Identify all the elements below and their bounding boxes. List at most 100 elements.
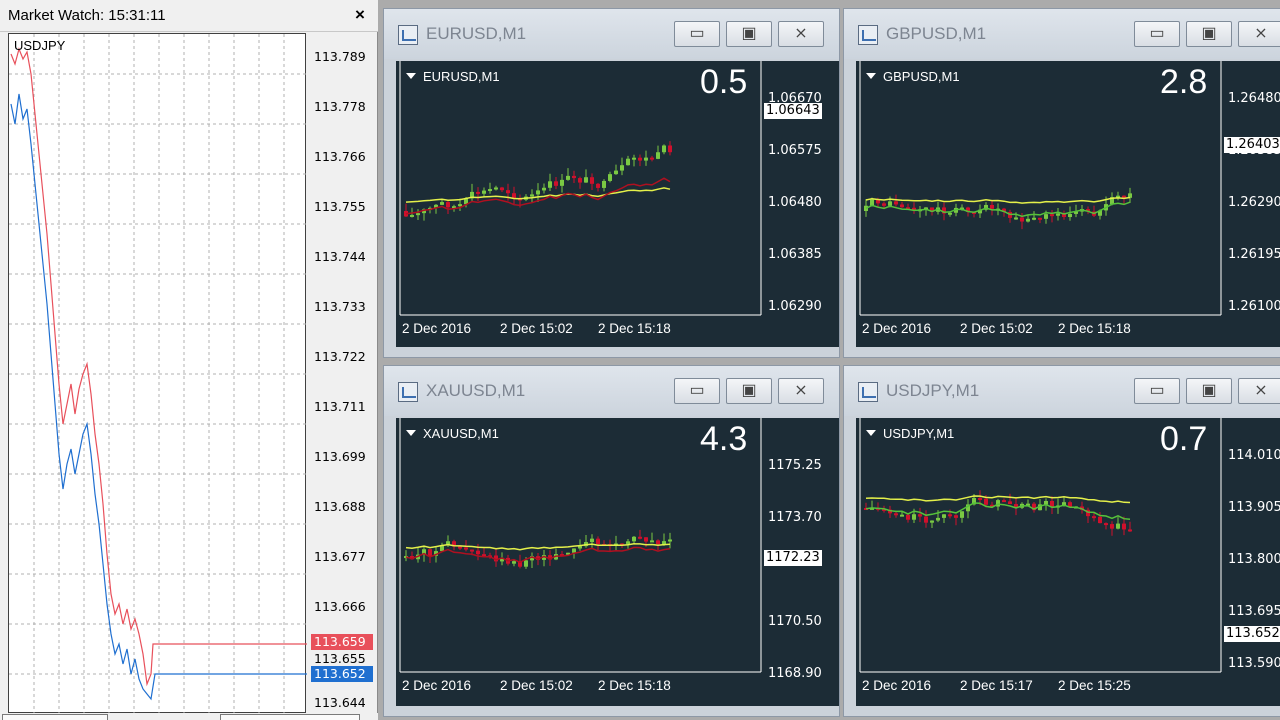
tick-chart: USDJPY — [8, 33, 307, 714]
price-tick: 113.744 — [314, 249, 366, 264]
minimize-button[interactable]: ▭ — [674, 378, 720, 404]
tick-chart-symbol: USDJPY — [14, 38, 66, 53]
candle-body — [1002, 500, 1006, 503]
current-price-tag: 1172.23 — [764, 550, 822, 566]
time-tick: 2 Dec 15:25 — [1058, 678, 1131, 693]
price-tick: 1173.70 — [768, 510, 822, 525]
time-tick: 2 Dec 15:18 — [598, 321, 671, 336]
close-button[interactable]: ⨯ — [778, 21, 824, 47]
market-watch-panel: Market Watch: 15:31:11 × USDJPY 113.789 … — [0, 0, 378, 720]
restore-button[interactable]: ▣ — [1186, 21, 1232, 47]
candle-body — [1050, 500, 1054, 507]
minimize-button[interactable]: ▭ — [1134, 21, 1180, 47]
tick-chart-price-axis: 113.789 113.778 113.766 113.755 113.744 … — [307, 33, 375, 713]
chart-symbol-label: GBPUSD,M1 — [866, 69, 960, 84]
candle-body — [644, 537, 648, 542]
close-button[interactable]: ⨯ — [778, 378, 824, 404]
candle-body — [1110, 524, 1114, 529]
price-tick: 1.06290 — [768, 299, 822, 314]
candle-body — [458, 546, 462, 549]
candle-body — [428, 549, 432, 556]
chart-icon — [398, 382, 418, 402]
candle-body — [596, 183, 600, 188]
candle-body — [900, 514, 904, 517]
spread-value: 2.8 — [1160, 63, 1208, 101]
minimize-button[interactable]: ▭ — [674, 21, 720, 47]
chart-window: USDJPY,M1 ▭ ▣ ⨯ USDJPY,M1 0.7 114.010 113… — [843, 365, 1280, 717]
candle-body — [506, 190, 510, 194]
candle-body — [1044, 214, 1048, 219]
chart-area[interactable]: USDJPY,M1 0.7 114.010 113.905 113.800 113.6… — [856, 418, 1280, 706]
candle-body — [638, 157, 642, 161]
price-tick: 1.26480 — [1228, 91, 1280, 106]
candle-body — [524, 560, 528, 567]
candle-body — [1128, 529, 1132, 532]
time-tick: 2 Dec 15:02 — [960, 321, 1033, 336]
current-price-tag: 1.06643 — [764, 103, 822, 119]
chart-window: XAUUSD,M1 ▭ ▣ ⨯ XAUUSD,M1 4.3 1175.25 117… — [383, 365, 840, 717]
chart-area[interactable]: EURUSD,M1 0.5 1.06670 1.06575 1.06480 1.063… — [396, 61, 839, 347]
candle-body — [1020, 217, 1024, 222]
candle-body — [488, 189, 492, 192]
chart-icon — [858, 382, 878, 402]
candle-body — [560, 179, 564, 186]
candle-body — [1098, 516, 1102, 524]
time-tick: 2 Dec 15:17 — [960, 678, 1033, 693]
chart-window-titlebar[interactable]: XAUUSD,M1 ▭ ▣ ⨯ — [384, 366, 839, 416]
candle-body — [1032, 217, 1036, 220]
price-tick: 113.800 — [1228, 552, 1280, 567]
candle-body — [446, 202, 450, 208]
candle-body — [530, 194, 534, 197]
candle-body — [512, 561, 516, 564]
close-button[interactable]: ⨯ — [1238, 21, 1280, 47]
candle-body — [990, 204, 994, 209]
price-tick: 113.590 — [1228, 656, 1280, 671]
chart-area[interactable]: XAUUSD,M1 4.3 1175.25 1173.70 1170.50 1168.… — [396, 418, 839, 706]
price-tick: 1168.90 — [768, 666, 822, 681]
candle-body — [1104, 523, 1108, 526]
chart-window-titlebar[interactable]: EURUSD,M1 ▭ ▣ ⨯ — [384, 9, 839, 59]
market-watch-close-button[interactable]: × — [349, 4, 371, 26]
candle-body — [440, 202, 444, 205]
spread-value: 4.3 — [700, 420, 748, 458]
minimize-button[interactable]: ▭ — [1134, 378, 1180, 404]
chart-window: EURUSD,M1 ▭ ▣ ⨯ EURUSD,M1 0.5 1.06670 1.0… — [383, 8, 840, 358]
candle-body — [596, 538, 600, 545]
candle-body — [1092, 516, 1096, 519]
candle-body — [668, 539, 672, 542]
chart-window-title: USDJPY,M1 — [886, 381, 980, 400]
restore-button[interactable]: ▣ — [726, 378, 772, 404]
restore-button[interactable]: ▣ — [726, 21, 772, 47]
restore-button[interactable]: ▣ — [1186, 378, 1232, 404]
candle-body — [1116, 523, 1120, 529]
candle-body — [954, 515, 958, 518]
market-watch-tab[interactable] — [2, 714, 108, 720]
close-button[interactable]: ⨯ — [1238, 378, 1280, 404]
candle-body — [1038, 217, 1042, 220]
candle-body — [906, 514, 910, 520]
candle-body — [888, 201, 892, 206]
price-tick: 1175.25 — [768, 458, 822, 473]
chart-window-titlebar[interactable]: GBPUSD,M1 ▭ ▣ ⨯ — [844, 9, 1280, 59]
price-tick: 113.766 — [314, 149, 366, 164]
candle-body — [548, 181, 552, 188]
market-watch-tab[interactable] — [220, 714, 360, 720]
time-tick: 2 Dec 15:02 — [500, 678, 573, 693]
candle-body — [918, 514, 922, 517]
candle-body — [948, 514, 952, 517]
candle-body — [882, 203, 886, 206]
tick-grid — [9, 34, 307, 714]
candle-body — [590, 538, 594, 543]
candle-body — [900, 204, 904, 208]
candle-body — [410, 214, 414, 217]
bid-price-tag: 113.652 — [311, 666, 373, 682]
price-tick: 1.26100 — [1228, 299, 1280, 314]
candle-body — [1068, 213, 1072, 218]
candle-body — [978, 498, 982, 501]
candle-body — [1014, 217, 1018, 220]
candles-svg — [859, 61, 1222, 316]
chart-window-titlebar[interactable]: USDJPY,M1 ▭ ▣ ⨯ — [844, 366, 1280, 416]
chart-area[interactable]: GBPUSD,M1 2.8 1.264801.263851.262901.261… — [856, 61, 1280, 347]
candle-body — [984, 498, 988, 505]
candle-body — [632, 536, 636, 542]
